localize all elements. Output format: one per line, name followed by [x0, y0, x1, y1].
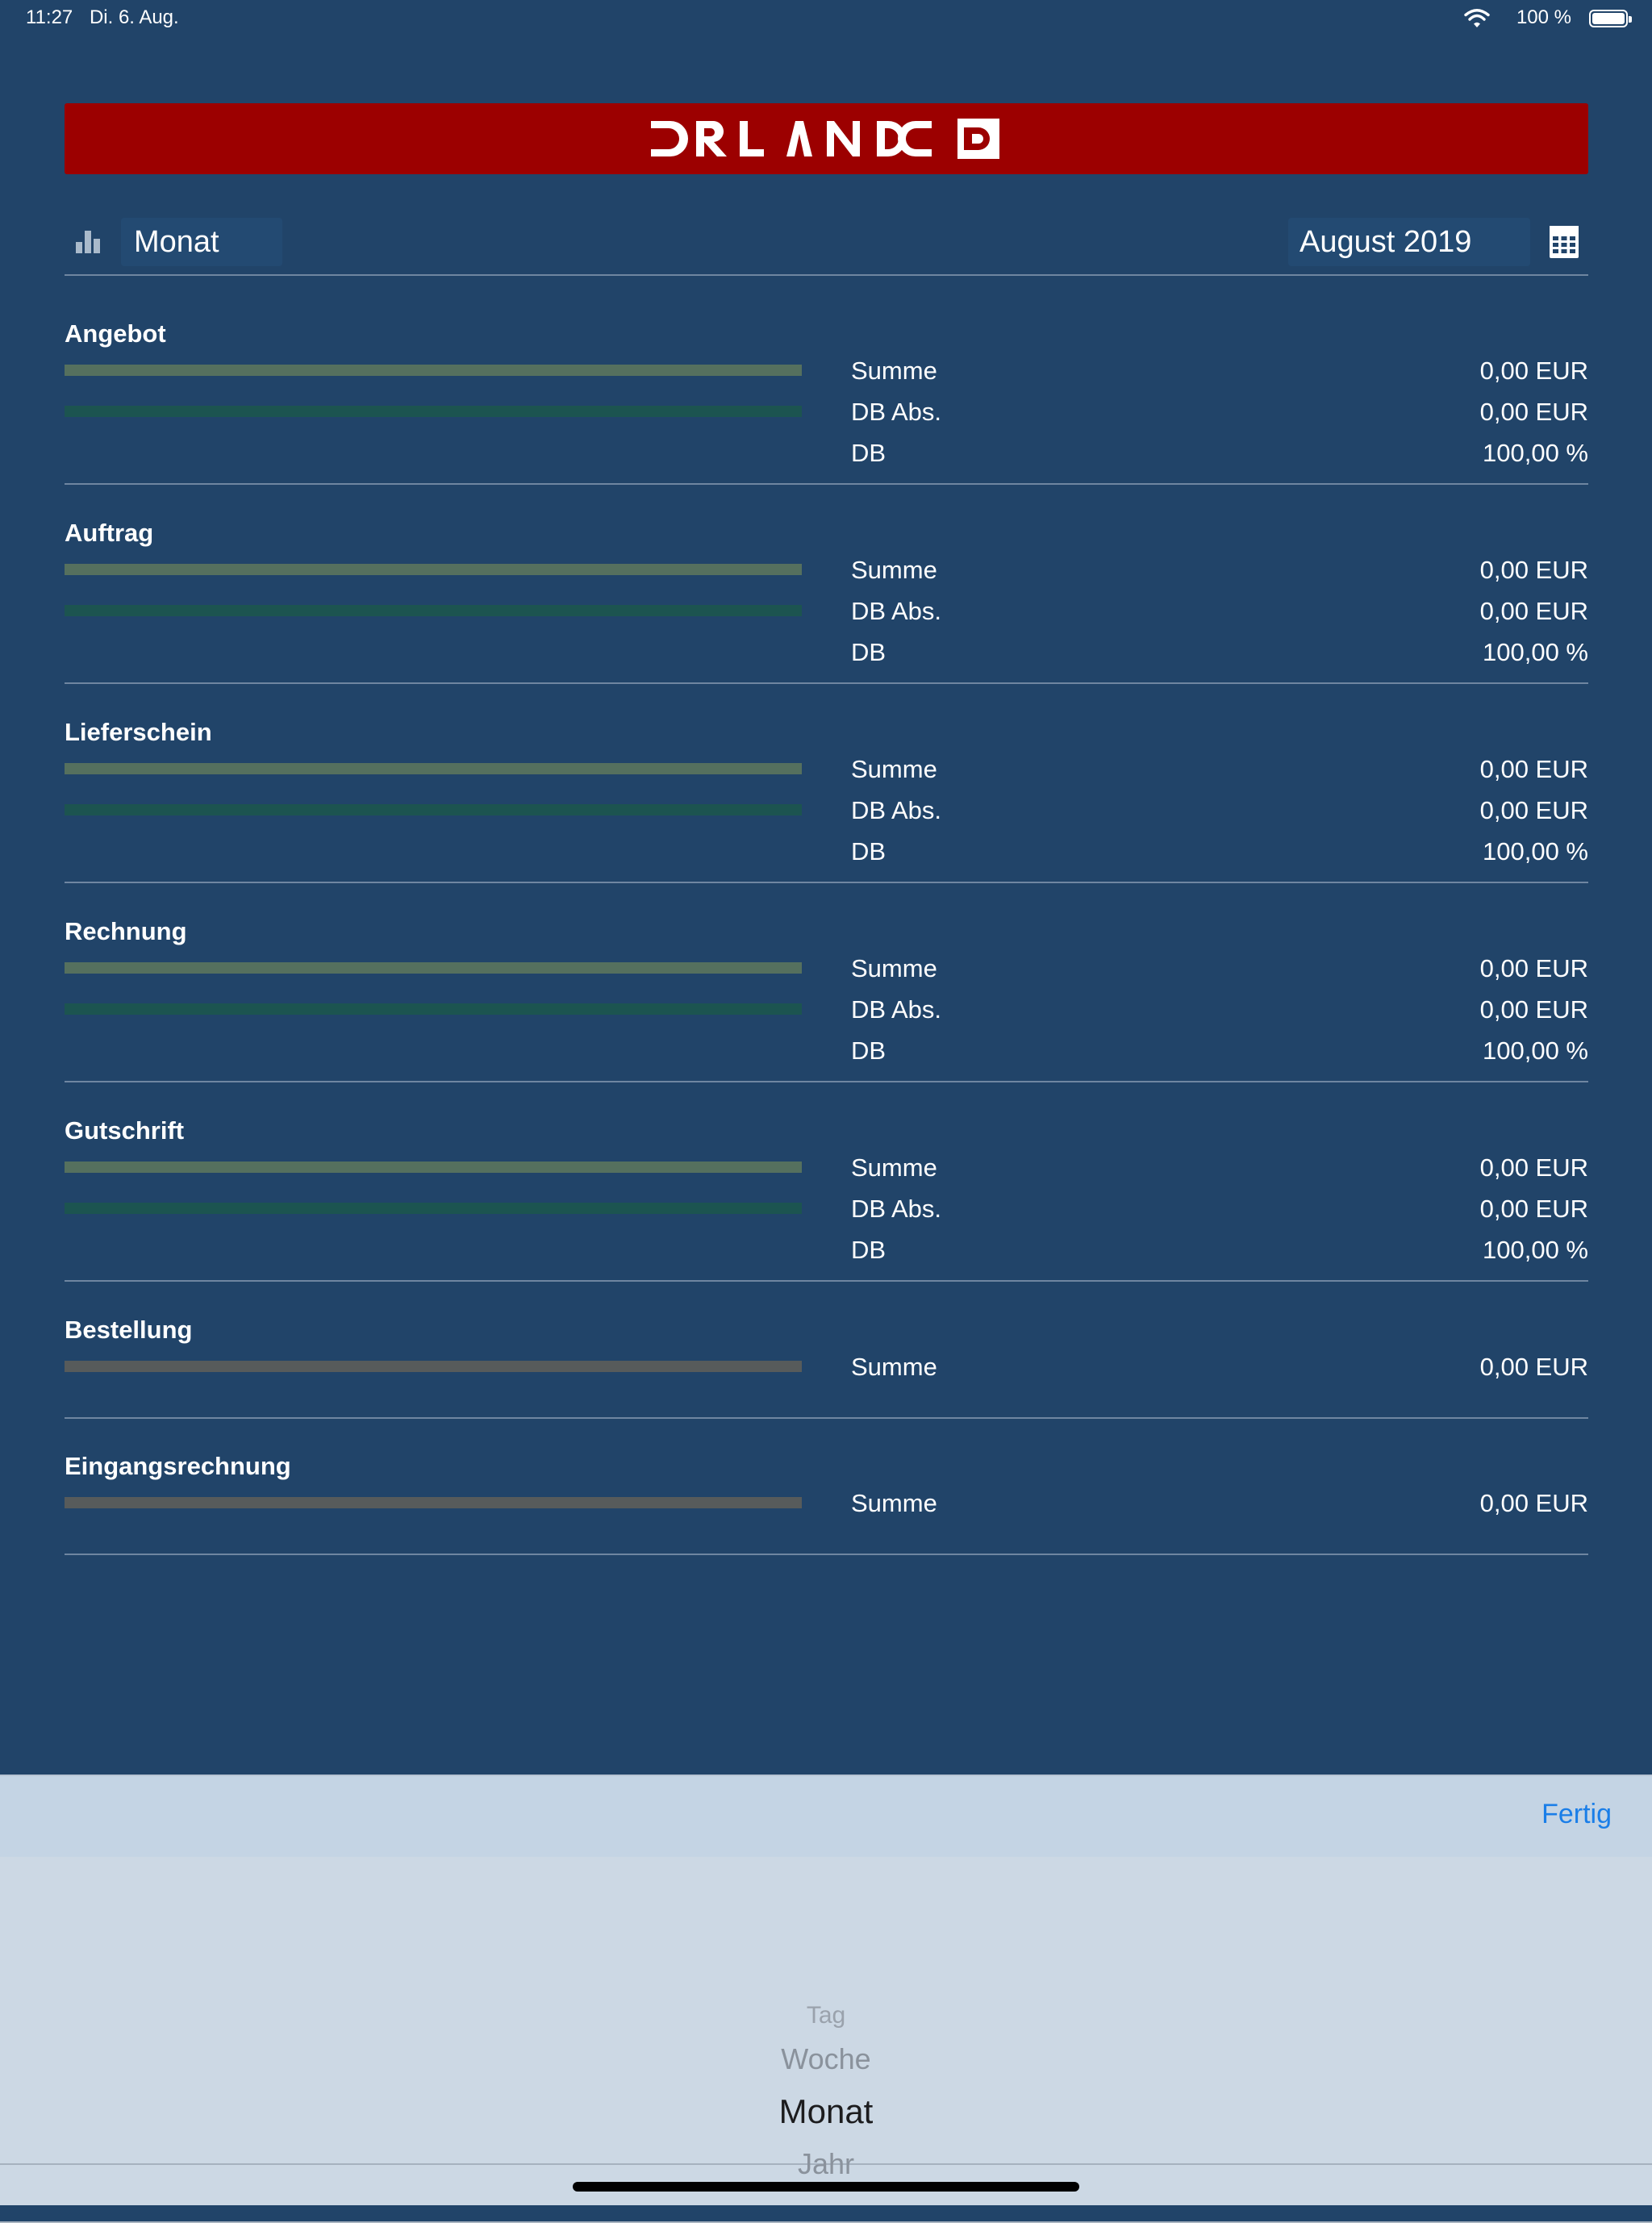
- metric-value: 0,00 EUR: [1479, 597, 1588, 625]
- status-date: Di. 6. Aug.: [89, 6, 179, 28]
- date-selector[interactable]: August 2019: [1288, 218, 1530, 266]
- summe-bar: [65, 763, 802, 774]
- metric-label: DB Abs.: [851, 1195, 941, 1223]
- section-lieferschein: Lieferschein Summe 0,00 EUR DB Abs. 0,00 EUR…: [65, 718, 1588, 883]
- period-selector[interactable]: Monat: [121, 218, 282, 266]
- metric-label: DB Abs.: [851, 796, 941, 824]
- status-time: 11:27 Di. 6. Aug.: [26, 6, 179, 29]
- metric-label: Summe: [851, 556, 937, 584]
- metric-value: 100,00 %: [1483, 439, 1588, 467]
- status-bar: 11:27 Di. 6. Aug. 100 %: [0, 0, 1652, 39]
- bar-chart-icon[interactable]: [74, 227, 102, 255]
- section-eingangsrechnung: Eingangsrechnung Summe 0,00 EUR: [65, 1452, 1588, 1555]
- section-title: Rechnung: [65, 917, 187, 945]
- metric-label: DB: [851, 837, 886, 865]
- wifi-icon: [1464, 9, 1490, 27]
- section-title: Bestellung: [65, 1316, 193, 1344]
- section-title: Eingangsrechnung: [65, 1452, 291, 1480]
- picker-option-jahr[interactable]: Jahr: [0, 2147, 1652, 2181]
- metric-label: DB: [851, 1236, 886, 1264]
- summe-bar: [65, 1497, 802, 1508]
- period-picker-panel: Fertig Tag Woche Monat Jahr: [0, 1775, 1652, 2223]
- calendar-icon[interactable]: [1550, 226, 1579, 258]
- section-title: Lieferschein: [65, 718, 212, 746]
- db-abs-bar: [65, 406, 802, 417]
- metric-label: DB: [851, 439, 886, 467]
- section-angebot: Angebot Summe 0,00 EUR DB Abs. 0,00 EUR DB 100…: [65, 319, 1588, 485]
- section-auftrag: Auftrag Summe 0,00 EUR DB Abs. 0,00 EUR DB 100…: [65, 519, 1588, 684]
- logo-banner: [65, 103, 1588, 174]
- section-title: Auftrag: [65, 519, 154, 547]
- section-title: Angebot: [65, 319, 166, 348]
- metric-value: 0,00 EUR: [1479, 1153, 1588, 1182]
- metric-value: 0,00 EUR: [1479, 796, 1588, 824]
- picker-toolbar: Fertig: [0, 1776, 1652, 1857]
- metric-label: DB Abs.: [851, 995, 941, 1024]
- metric-label: Summe: [851, 1153, 937, 1182]
- battery-percentage: 100 %: [1516, 6, 1571, 28]
- metric-label: DB Abs.: [851, 597, 941, 625]
- db-abs-bar: [65, 1003, 802, 1015]
- summe-bar: [65, 962, 802, 974]
- picker-option-tag[interactable]: Tag: [0, 2002, 1652, 2029]
- summe-bar: [65, 564, 802, 575]
- orlando-logo: [650, 119, 999, 159]
- metric-value: 0,00 EUR: [1479, 1195, 1588, 1223]
- picker-option-monat[interactable]: Monat: [0, 2092, 1652, 2131]
- metric-label: DB Abs.: [851, 398, 941, 426]
- summe-bar: [65, 1162, 802, 1173]
- metric-label: Summe: [851, 1353, 937, 1381]
- metric-value: 100,00 %: [1483, 638, 1588, 666]
- battery-icon: [1589, 10, 1632, 27]
- metric-value: 0,00 EUR: [1479, 556, 1588, 584]
- section-gutschrift: Gutschrift Summe 0,00 EUR DB Abs. 0,00 EUR DB…: [65, 1116, 1588, 1282]
- metric-label: DB: [851, 1036, 886, 1065]
- filter-row: Monat August 2019: [65, 211, 1588, 276]
- summe-bar: [65, 1361, 802, 1372]
- metric-label: Summe: [851, 755, 937, 783]
- metric-value: 0,00 EUR: [1479, 1353, 1588, 1381]
- db-abs-bar: [65, 1203, 802, 1214]
- metric-value: 0,00 EUR: [1479, 1489, 1588, 1517]
- metric-label: Summe: [851, 357, 937, 385]
- period-picker-wheel[interactable]: Tag Woche Monat Jahr: [0, 1857, 1652, 2223]
- section-bestellung: Bestellung Summe 0,00 EUR: [65, 1316, 1588, 1419]
- done-button[interactable]: Fertig: [1541, 1799, 1612, 1830]
- db-abs-bar: [65, 605, 802, 616]
- metric-label: DB: [851, 638, 886, 666]
- metric-label: Summe: [851, 954, 937, 982]
- metric-value: 0,00 EUR: [1479, 755, 1588, 783]
- section-title: Gutschrift: [65, 1116, 185, 1145]
- metric-value: 0,00 EUR: [1479, 954, 1588, 982]
- metric-value: 100,00 %: [1483, 1036, 1588, 1065]
- home-indicator: [573, 2182, 1079, 2192]
- metric-label: Summe: [851, 1489, 937, 1517]
- metric-value: 100,00 %: [1483, 837, 1588, 865]
- metric-value: 0,00 EUR: [1479, 357, 1588, 385]
- summe-bar: [65, 365, 802, 376]
- status-time-value: 11:27: [26, 6, 73, 28]
- metric-value: 100,00 %: [1483, 1236, 1588, 1264]
- section-rechnung: Rechnung Summe 0,00 EUR DB Abs. 0,00 EUR DB 10…: [65, 917, 1588, 1082]
- metric-value: 0,00 EUR: [1479, 995, 1588, 1024]
- picker-option-woche[interactable]: Woche: [0, 2042, 1652, 2076]
- metric-value: 0,00 EUR: [1479, 398, 1588, 426]
- db-abs-bar: [65, 804, 802, 815]
